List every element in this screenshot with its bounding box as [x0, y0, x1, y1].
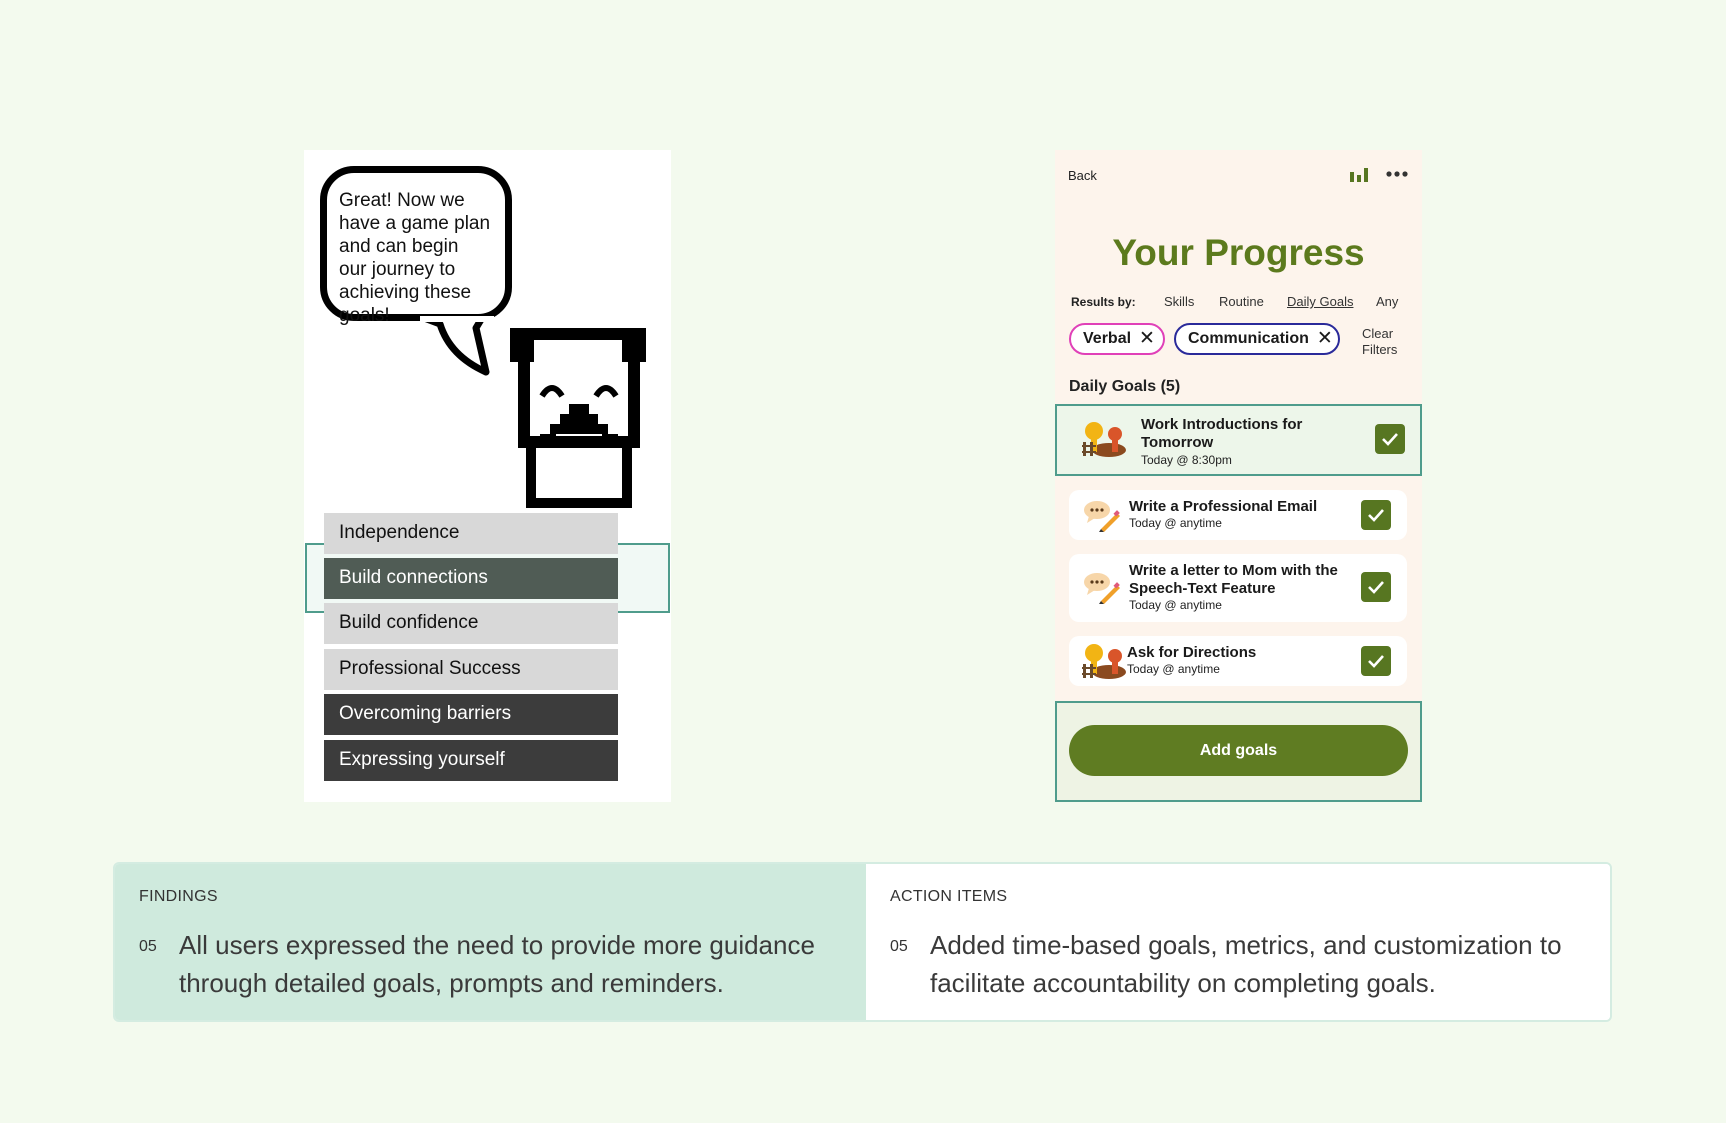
close-icon[interactable]: ✕ [1317, 329, 1333, 348]
results-by-label: Results by: [1071, 295, 1136, 309]
filter-any[interactable]: Any [1376, 294, 1398, 309]
checkmark-icon [1368, 509, 1384, 522]
page-title: Your Progress [1112, 232, 1365, 273]
people-icon [1082, 422, 1126, 457]
action-items-panel: ACTION ITEMS 05 Added time-based goals, … [866, 864, 1610, 1020]
progress-screen: Back Your Progress Results by: Skills Ro… [1055, 150, 1422, 802]
dog-mascot-icon [510, 328, 646, 508]
filter-skills[interactable]: Skills [1164, 294, 1194, 309]
back-button[interactable]: Back [1068, 168, 1097, 183]
action-items-number: 05 [890, 938, 908, 955]
goal-time: Today @ anytime [1129, 516, 1222, 530]
checkmark-icon [1368, 655, 1384, 668]
checkmark-icon [1368, 581, 1384, 594]
option-build-connections[interactable]: Build connections [324, 558, 618, 599]
goal-title: Write a Professional Email [1129, 498, 1318, 515]
speech-pencil-icon [1084, 501, 1120, 532]
onboarding-screen: Great! Now we have a game plan and can b… [304, 150, 671, 802]
bar-chart-icon[interactable] [1349, 166, 1369, 182]
checkbox-checked[interactable] [1361, 500, 1391, 530]
goal-time: Today @ anytime [1127, 662, 1220, 676]
findings-actions-panel: FINDINGS 05 All users expressed the need… [113, 862, 1612, 1022]
filter-daily-goals[interactable]: Daily Goals [1287, 294, 1353, 309]
goal-card[interactable]: Ask for Directions Today @ anytime [1069, 636, 1407, 686]
checkbox-checked[interactable] [1361, 572, 1391, 602]
option-independence[interactable]: Independence [324, 513, 618, 554]
people-icon [1082, 644, 1126, 679]
chip-label: Communication [1188, 330, 1309, 347]
option-build-confidence[interactable]: Build confidence [324, 603, 618, 644]
goal-card[interactable]: Write a letter to Mom with the Speech-Te… [1069, 554, 1407, 622]
more-options-icon[interactable] [1386, 170, 1408, 178]
goal-time: Today @ 8:30pm [1141, 453, 1232, 467]
chip-label: Verbal [1083, 330, 1132, 347]
action-items-text: Added time-based goals, metrics, and cus… [930, 930, 1562, 998]
goal-time: Today @ anytime [1129, 598, 1222, 612]
findings-label: FINDINGS [139, 888, 218, 905]
speech-bubble-tail [420, 316, 494, 376]
option-expressing-yourself[interactable]: Expressing yourself [324, 740, 618, 781]
goal-card[interactable]: Write a Professional Email Today @ anyti… [1069, 490, 1407, 540]
chip-communication[interactable]: Communication ✕ [1174, 323, 1340, 355]
speech-pencil-icon [1084, 573, 1120, 604]
clear-filters-button[interactable]: Clear Filters [1362, 326, 1410, 358]
goal-title: Ask for Directions [1127, 644, 1257, 661]
filter-routine[interactable]: Routine [1219, 294, 1264, 309]
section-title: Daily Goals (5) [1069, 378, 1181, 395]
checkmark-icon [1382, 433, 1398, 446]
findings-number: 05 [139, 938, 157, 955]
goal-title: Write a letter to Mom with the Speech-Te… [1129, 562, 1338, 597]
checkbox-checked[interactable] [1375, 424, 1405, 454]
chip-verbal[interactable]: Verbal ✕ [1069, 323, 1165, 355]
findings-panel: FINDINGS 05 All users expressed the need… [115, 864, 866, 1020]
close-icon[interactable]: ✕ [1139, 329, 1155, 348]
option-overcoming-barriers[interactable]: Overcoming barriers [324, 694, 618, 735]
add-goals-button[interactable]: Add goals [1069, 725, 1408, 776]
goal-title: Work Introductions for Tomorrow [1141, 416, 1303, 451]
findings-text: All users expressed the need to provide … [179, 930, 815, 998]
checkbox-checked[interactable] [1361, 646, 1391, 676]
goal-card[interactable]: Work Introductions for Tomorrow Today @ … [1069, 404, 1407, 476]
action-items-label: ACTION ITEMS [890, 888, 1008, 905]
option-professional-success[interactable]: Professional Success [324, 649, 618, 690]
speech-bubble: Great! Now we have a game plan and can b… [320, 166, 512, 326]
